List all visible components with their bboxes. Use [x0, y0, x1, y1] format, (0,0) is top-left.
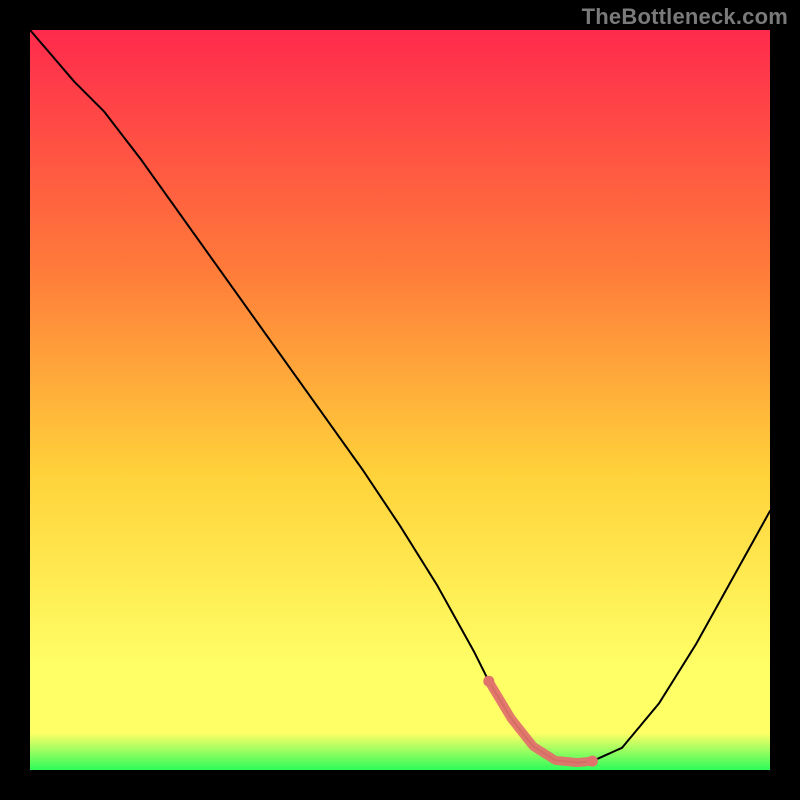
watermark-text: TheBottleneck.com	[582, 4, 788, 30]
bottleneck-plot	[30, 30, 770, 770]
chart-frame: TheBottleneck.com	[0, 0, 800, 800]
chart-svg	[30, 30, 770, 770]
